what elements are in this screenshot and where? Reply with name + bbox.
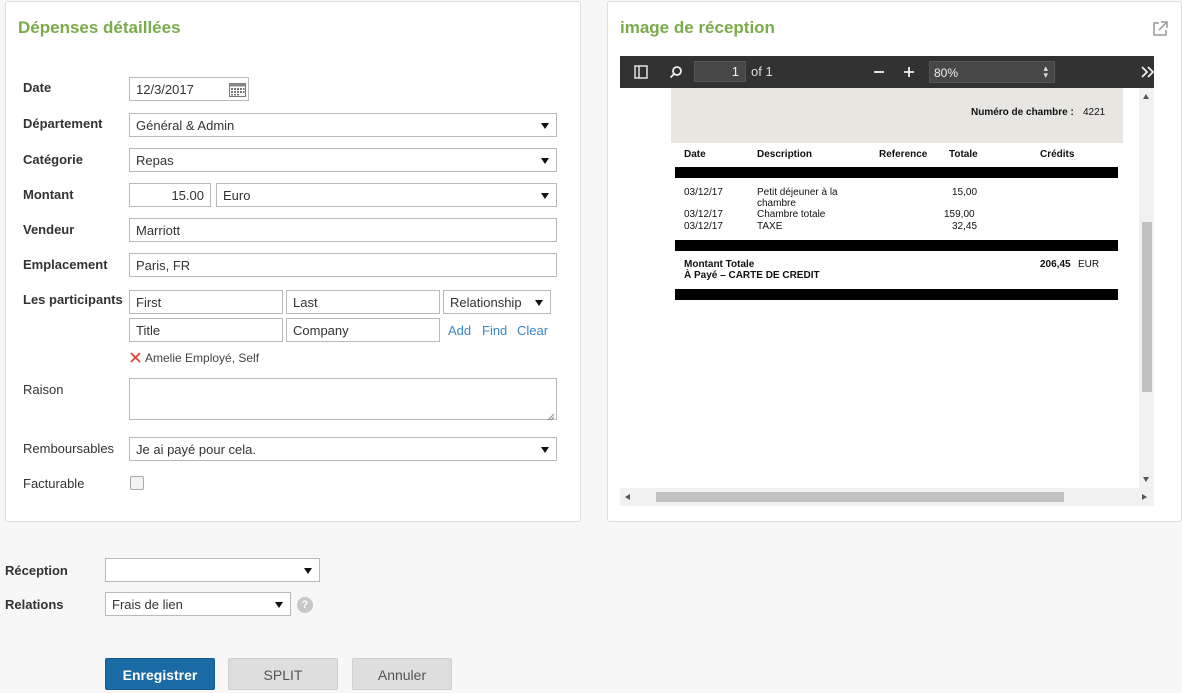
reception-select[interactable] bbox=[105, 558, 320, 582]
horizontal-scroll-thumb[interactable] bbox=[656, 492, 1064, 502]
vertical-scrollbar[interactable] bbox=[1139, 88, 1154, 490]
column-reference: Reference bbox=[879, 149, 928, 160]
line-description: TAXE bbox=[757, 221, 783, 232]
zoom-out-icon[interactable] bbox=[872, 65, 886, 82]
relations-label: Relations bbox=[5, 597, 64, 612]
find-participant-link[interactable]: Find bbox=[482, 323, 507, 338]
company-input[interactable]: Company bbox=[286, 318, 440, 342]
pdf-document-area: Numéro de chambre : 4221 Date Descriptio… bbox=[620, 88, 1154, 506]
expense-details-panel: Dépenses détaillées Date 12/3/2017 Dépar… bbox=[5, 1, 581, 522]
department-select[interactable]: Général & Admin bbox=[129, 113, 557, 137]
zoom-value: 80% bbox=[934, 66, 959, 80]
divider-bar bbox=[675, 289, 1118, 300]
split-button[interactable]: SPLIT bbox=[228, 658, 338, 690]
total-currency: EUR bbox=[1078, 259, 1100, 270]
line-date: 03/12/17 bbox=[684, 209, 723, 220]
reason-textarea[interactable] bbox=[129, 378, 557, 420]
zoom-in-icon[interactable] bbox=[902, 65, 916, 82]
receipt-image-panel: image de réception 1 of 1 80% ▴ ▾ Numéro… bbox=[607, 1, 1182, 522]
line-description: Petit déjeuner à la bbox=[757, 187, 838, 198]
currency-select[interactable]: Euro bbox=[216, 183, 557, 207]
divider-bar bbox=[675, 240, 1118, 251]
page-count: of 1 bbox=[751, 64, 773, 79]
column-total: Totale bbox=[949, 149, 978, 160]
paid-label: À Payé – CARTE DE CREDIT bbox=[684, 270, 820, 281]
title-input[interactable]: Title bbox=[129, 318, 283, 342]
horizontal-scrollbar[interactable] bbox=[620, 488, 1154, 506]
add-participant-link[interactable]: Add bbox=[448, 323, 471, 338]
line-total: 32,45 bbox=[952, 221, 978, 232]
billable-checkbox[interactable] bbox=[130, 476, 144, 490]
resize-handle-icon[interactable] bbox=[547, 409, 555, 421]
participants-label: Les participants bbox=[23, 292, 123, 307]
pdf-toolbar: 1 of 1 80% ▴ ▾ bbox=[620, 56, 1156, 88]
relationship-select[interactable]: Relationship bbox=[443, 290, 551, 314]
external-link-icon[interactable] bbox=[1151, 20, 1169, 38]
column-description: Description bbox=[757, 149, 813, 160]
save-button[interactable]: Enregistrer bbox=[105, 658, 215, 690]
line-description-cont: chambre bbox=[757, 198, 796, 209]
amount-label: Montant bbox=[23, 187, 74, 202]
help-icon[interactable]: ? bbox=[297, 597, 313, 613]
search-icon[interactable] bbox=[669, 65, 683, 82]
department-label: Département bbox=[23, 116, 103, 131]
relations-select[interactable]: Frais de lien bbox=[105, 592, 291, 616]
calendar-icon[interactable] bbox=[229, 82, 246, 97]
total-amount: 206,45 bbox=[1040, 259, 1071, 270]
page-number-input[interactable]: 1 bbox=[694, 61, 746, 82]
location-input[interactable]: Paris, FR bbox=[129, 253, 557, 277]
scroll-down-icon[interactable] bbox=[1143, 477, 1149, 482]
location-label: Emplacement bbox=[23, 257, 108, 272]
panel-title: Dépenses détaillées bbox=[18, 18, 181, 37]
line-date: 03/12/17 bbox=[684, 187, 723, 198]
updown-icon: ▴ ▾ bbox=[1043, 63, 1048, 80]
category-label: Catégorie bbox=[23, 152, 83, 167]
category-select[interactable]: Repas bbox=[129, 148, 557, 172]
column-credits: Crédits bbox=[1040, 149, 1075, 160]
line-total: 15,00 bbox=[952, 187, 978, 198]
scroll-right-icon[interactable] bbox=[1142, 494, 1147, 500]
reception-label: Réception bbox=[5, 563, 68, 578]
zoom-select[interactable]: 80% ▴ ▾ bbox=[929, 61, 1055, 83]
vendor-label: Vendeur bbox=[23, 222, 75, 237]
vertical-scroll-thumb[interactable] bbox=[1142, 222, 1152, 392]
billable-label: Facturable bbox=[23, 476, 85, 491]
amount-input[interactable]: 15.00 bbox=[129, 183, 211, 207]
vendor-input[interactable]: Marriott bbox=[129, 218, 557, 242]
reimbursable-label: Remboursables bbox=[23, 441, 115, 456]
clear-participant-link[interactable]: Clear bbox=[517, 323, 548, 338]
scroll-left-icon[interactable] bbox=[625, 494, 630, 500]
room-number-label: Numéro de chambre : bbox=[971, 107, 1074, 118]
line-total: 159,00 bbox=[944, 209, 975, 220]
more-tools-icon[interactable] bbox=[1140, 65, 1156, 82]
reason-label: Raison bbox=[23, 382, 64, 397]
column-date: Date bbox=[684, 149, 706, 160]
sidebar-toggle-icon[interactable] bbox=[634, 65, 648, 82]
line-date: 03/12/17 bbox=[684, 221, 723, 232]
first-name-input[interactable]: First bbox=[129, 290, 283, 314]
panel-title: image de réception bbox=[620, 18, 775, 37]
scroll-up-icon[interactable] bbox=[1143, 94, 1149, 99]
total-label: Montant Totale bbox=[684, 259, 755, 270]
date-label: Date bbox=[23, 80, 52, 95]
room-number: 4221 bbox=[1083, 107, 1106, 118]
divider-bar bbox=[675, 167, 1118, 178]
reimbursable-select[interactable]: Je ai payé pour cela. bbox=[129, 437, 557, 461]
participant-entry: Amelie Employé, Self bbox=[145, 351, 260, 365]
line-description: Chambre totale bbox=[757, 209, 826, 220]
cancel-button[interactable]: Annuler bbox=[352, 658, 452, 690]
remove-participant-icon[interactable] bbox=[130, 351, 141, 363]
last-name-input[interactable]: Last bbox=[286, 290, 440, 314]
